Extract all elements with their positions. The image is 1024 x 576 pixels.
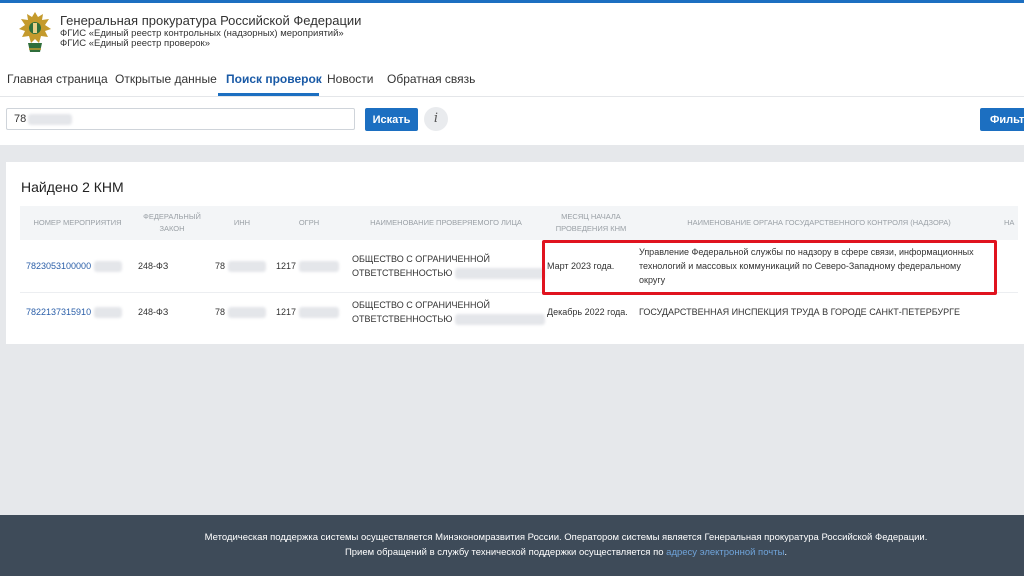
info-icon[interactable]: i bbox=[424, 107, 448, 131]
row-2-month: Декабрь 2022 года. bbox=[547, 307, 628, 317]
filter-button[interactable]: Фильтр bbox=[980, 108, 1024, 131]
redacted-ogrn bbox=[298, 261, 339, 273]
row-1-name-line1: ОБЩЕСТВО С ОГРАНИЧЕННОЙ bbox=[352, 254, 490, 264]
row-2-inn: 78 bbox=[215, 307, 226, 317]
row-2-number-link[interactable]: 7822137315910 bbox=[26, 307, 91, 317]
site-header: Генеральная прокуратура Российской Федер… bbox=[0, 3, 1024, 60]
footer-line-2: Прием обращений в службу технической под… bbox=[0, 547, 1024, 558]
row-1-law: 248-ФЗ bbox=[138, 261, 169, 271]
footer-line-2-text: Прием обращений в службу технической под… bbox=[344, 547, 664, 558]
nav-item-search[interactable]: Поиск проверок bbox=[226, 72, 322, 86]
row-1-number-link[interactable]: 7823053100000 bbox=[26, 261, 91, 271]
redacted-number bbox=[93, 261, 122, 273]
redacted-name bbox=[454, 314, 545, 326]
support-email-link[interactable]: адресу электронной почты bbox=[666, 547, 784, 558]
row-2-name-line2: ОТВЕТСТВЕННОСТЬЮ bbox=[352, 314, 453, 324]
col-name: Наименование проверяемого лица bbox=[370, 218, 522, 227]
nav-item-feedback[interactable]: Обратная связь bbox=[387, 72, 475, 86]
highlight-box bbox=[542, 240, 997, 295]
row-1-ogrn: 1217 bbox=[276, 261, 297, 271]
row-2-law: 248-ФЗ bbox=[138, 307, 169, 317]
row-1-name-line2: ОТВЕТСТВЕННОСТЬЮ bbox=[352, 268, 453, 278]
row-2-name-line1: ОБЩЕСТВО С ОГРАНИЧЕННОЙ bbox=[352, 300, 490, 310]
search-button[interactable]: Искать bbox=[365, 108, 418, 131]
col-law: Федеральный закон bbox=[143, 212, 201, 233]
footer-line-2-end: . bbox=[784, 547, 788, 558]
search-bar: Искать i Фильтр bbox=[0, 97, 1024, 145]
redacted-inn bbox=[227, 307, 266, 319]
col-ogrn: ОГРН bbox=[298, 218, 320, 227]
col-authority: Наименование органа государственного кон… bbox=[687, 218, 951, 227]
emblem-icon bbox=[19, 12, 51, 52]
row-2-authority-line1: ГОСУДАРСТВЕННАЯ ИНСПЕКЦИЯ ТРУДА В ГОРОДЕ… bbox=[639, 307, 961, 317]
col-month: Месяц начала проведения КНМ bbox=[555, 212, 627, 233]
redacted-search-text bbox=[28, 114, 72, 125]
redacted-number bbox=[93, 307, 122, 319]
results-count: Найдено 2 КНМ bbox=[21, 179, 124, 195]
main-nav: Главная страница Открытые данные Поиск п… bbox=[0, 60, 1024, 97]
active-tab-underline bbox=[218, 93, 319, 96]
org-subtitle-2: ФГИС «Единый реестр проверок» bbox=[60, 38, 211, 49]
footer-line-1: Методическая поддержка системы осуществл… bbox=[204, 532, 928, 543]
nav-item-news[interactable]: Новости bbox=[327, 72, 373, 86]
col-inn: ИНН bbox=[233, 218, 251, 227]
col-number: Номер мероприятия bbox=[33, 218, 122, 227]
site-footer: Методическая поддержка системы осуществл… bbox=[0, 515, 1024, 576]
redacted-ogrn bbox=[298, 307, 339, 319]
row-2-ogrn: 1217 bbox=[276, 307, 297, 317]
col-next: На bbox=[1004, 218, 1015, 227]
row-1-inn: 78 bbox=[215, 261, 226, 271]
redacted-inn bbox=[227, 261, 266, 273]
redacted-name bbox=[454, 268, 545, 280]
org-title: Генеральная прокуратура Российской Федер… bbox=[60, 13, 362, 28]
nav-item-open-data[interactable]: Открытые данные bbox=[115, 72, 217, 86]
nav-item-home[interactable]: Главная страница bbox=[7, 72, 108, 86]
